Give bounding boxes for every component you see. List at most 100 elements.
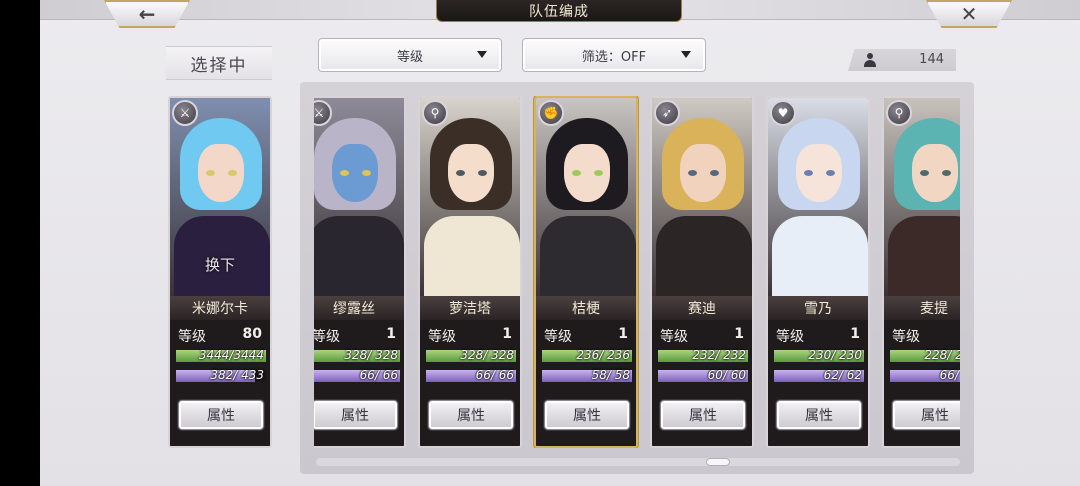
character-portrait [314,98,404,296]
hp-text: 3444/3444 [198,348,264,362]
level-label: 等级 [660,329,688,345]
hp-bar: 230/ 230 [774,348,864,362]
selected-character-card[interactable]: ⚔ 换下米娜尔卡等级 80 3444/3444 382/ 433 属性 [168,96,272,448]
scrollbar-thumb[interactable] [706,458,730,466]
roster-card[interactable]: ⚲ 萝洁塔等级 1 328/ 328 66/ 66 属性 [418,96,522,448]
roster-card[interactable]: ⚲ 麦提等级1 228/ 228 66/ 66 属性 [882,96,960,448]
hp-bar: 232/ 232 [658,348,748,362]
fist-icon: ✊ [538,100,564,126]
person-icon [864,53,876,67]
filter-dropdown-value: 筛选：OFF [581,49,647,65]
mp-text: 58/ 58 [591,368,630,382]
level-value: 1 [734,326,744,342]
hp-text: 230/ 230 [808,348,862,362]
chevron-down-icon [477,51,487,58]
back-arrow-icon: ← [138,2,156,26]
level-value: 1 [386,326,396,342]
character-name: 雪乃 [768,296,868,320]
hp-text: 236/ 236 [576,348,630,362]
bow-icon: ➶ [654,100,680,126]
attributes-button[interactable]: 属性 [660,400,746,430]
level-label: 等级 [776,329,804,345]
level-label: 等级 [544,329,572,345]
staff-icon: ⚲ [422,100,448,126]
attributes-button[interactable]: 属性 [544,400,630,430]
roster-card[interactable]: ➶ 赛迪等级 1 232/ 232 60/ 60 属性 [650,96,754,448]
heart-icon: ♥ [770,100,796,126]
character-portrait [884,98,960,296]
mp-text: 60/ 60 [707,368,746,382]
level-row: 等级 1 [776,326,860,346]
level-row: 等级1 [892,326,960,346]
mp-text: 62/ 62 [823,368,862,382]
swap-out-label[interactable]: 换下 [170,254,270,275]
mp-bar: 60/ 60 [658,368,748,382]
unit-count-badge: 144 [848,49,956,71]
mp-bar: 66/ 66 [426,368,516,382]
back-button[interactable]: ← [104,0,190,28]
close-icon: ✕ [960,2,978,26]
character-stats: 等级 1 232/ 232 60/ 60 属性 [652,320,752,446]
level-value: 80 [242,326,262,342]
level-row: 等级 1 [544,326,628,346]
hp-text: 232/ 232 [692,348,746,362]
mp-text: 66/ 66 [475,368,514,382]
mp-text: 382/ 433 [210,368,264,382]
page-title: 队伍编成 [436,0,682,22]
level-row: 等级 1 [314,326,396,346]
staff-icon: ⚲ [886,100,912,126]
team-formation-screen: ← 队伍编成 ✕ 选择中 等级 筛选：OFF 144 ⚔ 缪露丝 等级 1 328/ 3… [40,0,1080,486]
character-name: 麦提 [884,296,960,320]
level-row: 等级 1 [428,326,512,346]
filter-dropdown[interactable]: 筛选：OFF [522,38,706,72]
attributes-button[interactable]: 属性 [178,400,264,430]
character-stats: 等级 1 328/ 328 66/ 66 属性 [314,320,404,446]
character-stats: 等级 1 328/ 328 66/ 66 属性 [420,320,520,446]
roster-card[interactable]: ⚔ 缪露丝 等级 1 328/ 328 66/ 66 属性 [314,96,406,448]
level-label: 等级 [428,329,456,345]
attributes-button[interactable]: 属性 [892,400,960,430]
level-value: 1 [850,326,860,342]
mp-bar: 62/ 62 [774,368,864,382]
hp-bar: 328/ 328 [314,348,400,362]
character-stats: 等级 1 230/ 230 62/ 62 属性 [768,320,868,446]
attributes-button[interactable]: 属性 [776,400,862,430]
attributes-button[interactable]: 属性 [428,400,514,430]
close-button[interactable]: ✕ [926,0,1012,28]
roster-list[interactable]: ⚔ 缪露丝 等级 1 328/ 328 66/ 66 属性 ⚲ 萝洁塔 等级 1 328/ 328 66… [314,96,960,448]
sort-dropdown[interactable]: 等级 [318,38,502,72]
level-row: 等级 1 [660,326,744,346]
character-stats: 等级1 228/ 228 66/ 66 属性 [884,320,960,446]
level-label: 等级 [178,329,206,345]
attributes-button[interactable]: 属性 [314,400,398,430]
roster-card[interactable]: ✊ 桔梗等级 1 236/ 236 58/ 58 属性 [534,96,638,448]
unit-count: 144 [919,52,944,67]
character-portrait [652,98,752,296]
character-name: 赛迪 [652,296,752,320]
mp-bar: 66/ 66 [890,368,960,382]
hp-bar: 3444/3444 [176,348,266,362]
character-name: 米娜尔卡 [170,296,270,320]
mp-text: 66/ 66 [939,368,960,382]
sword-icon: ⚔ [172,100,198,126]
level-value: 1 [618,326,628,342]
mp-bar: 58/ 58 [542,368,632,382]
character-name: 桔梗 [536,296,636,320]
mp-bar: 66/ 66 [314,368,400,382]
chevron-down-icon [681,51,691,58]
hp-bar: 328/ 328 [426,348,516,362]
hp-bar: 228/ 228 [890,348,960,362]
hp-bar: 236/ 236 [542,348,632,362]
sort-dropdown-value: 等级 [396,49,423,65]
level-row: 等级 80 [178,326,262,346]
level-label: 等级 [314,329,340,345]
character-name: 缪露丝 [314,296,404,320]
roster-card[interactable]: ♥ 雪乃等级 1 230/ 230 62/ 62 属性 [766,96,870,448]
mp-bar: 382/ 433 [176,368,266,382]
roster-scrollbar[interactable] [316,458,960,466]
selecting-label: 选择中 [166,46,272,80]
character-portrait [536,98,636,296]
character-portrait [768,98,868,296]
character-name: 萝洁塔 [420,296,520,320]
level-value: 1 [502,326,512,342]
